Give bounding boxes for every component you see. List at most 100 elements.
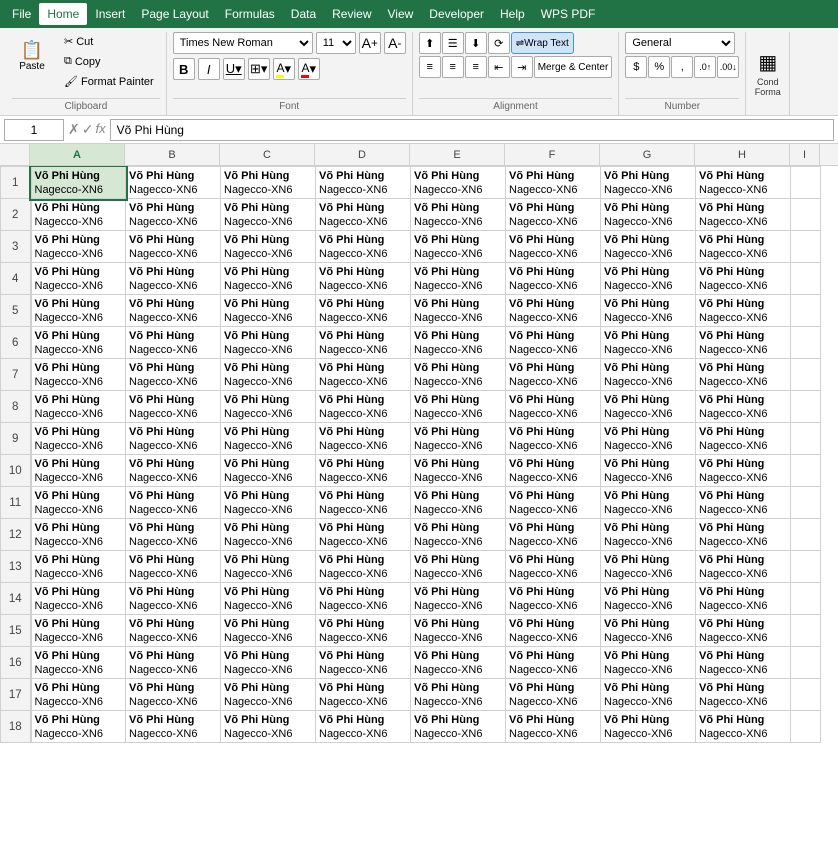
align-left-button[interactable]: ≡ [419, 56, 441, 78]
cell-C1[interactable]: Võ Phi HùngNagecco-XN6 [221, 167, 316, 199]
cell-B16[interactable]: Võ Phi HùngNagecco-XN6 [126, 647, 221, 679]
cell-B13[interactable]: Võ Phi HùngNagecco-XN6 [126, 551, 221, 583]
col-header-I[interactable]: I [790, 144, 820, 165]
cell-B4[interactable]: Võ Phi HùngNagecco-XN6 [126, 263, 221, 295]
cut-button[interactable]: ✂ Cut [58, 32, 160, 51]
cell-C2[interactable]: Võ Phi HùngNagecco-XN6 [221, 199, 316, 231]
italic-button[interactable]: I [198, 58, 220, 80]
cell-G18[interactable]: Võ Phi HùngNagecco-XN6 [601, 711, 696, 743]
cell-F14[interactable]: Võ Phi HùngNagecco-XN6 [506, 583, 601, 615]
cell-G6[interactable]: Võ Phi HùngNagecco-XN6 [601, 327, 696, 359]
cell-I8[interactable] [791, 391, 821, 423]
menu-insert[interactable]: Insert [87, 3, 133, 25]
cell-E7[interactable]: Võ Phi HùngNagecco-XN6 [411, 359, 506, 391]
cell-A1[interactable]: Võ Phi HùngNagecco-XN6 [31, 167, 126, 199]
cell-I4[interactable] [791, 263, 821, 295]
cell-D11[interactable]: Võ Phi HùngNagecco-XN6 [316, 487, 411, 519]
menu-home[interactable]: Home [39, 3, 87, 25]
cell-H2[interactable]: Võ Phi HùngNagecco-XN6 [696, 199, 791, 231]
cell-E5[interactable]: Võ Phi HùngNagecco-XN6 [411, 295, 506, 327]
align-top-button[interactable]: ⬆ [419, 32, 441, 54]
cell-C3[interactable]: Võ Phi HùngNagecco-XN6 [221, 231, 316, 263]
cell-E16[interactable]: Võ Phi HùngNagecco-XN6 [411, 647, 506, 679]
cell-F7[interactable]: Võ Phi HùngNagecco-XN6 [506, 359, 601, 391]
cell-D13[interactable]: Võ Phi HùngNagecco-XN6 [316, 551, 411, 583]
cell-D8[interactable]: Võ Phi HùngNagecco-XN6 [316, 391, 411, 423]
cell-D15[interactable]: Võ Phi HùngNagecco-XN6 [316, 615, 411, 647]
cell-G1[interactable]: Võ Phi HùngNagecco-XN6 [601, 167, 696, 199]
cell-D14[interactable]: Võ Phi HùngNagecco-XN6 [316, 583, 411, 615]
menu-wps-pdf[interactable]: WPS PDF [533, 3, 604, 25]
cell-G8[interactable]: Võ Phi HùngNagecco-XN6 [601, 391, 696, 423]
copy-button[interactable]: ⧉ Copy [58, 52, 160, 71]
cell-D3[interactable]: Võ Phi HùngNagecco-XN6 [316, 231, 411, 263]
cell-E14[interactable]: Võ Phi HùngNagecco-XN6 [411, 583, 506, 615]
cell-C8[interactable]: Võ Phi HùngNagecco-XN6 [221, 391, 316, 423]
menu-review[interactable]: Review [324, 3, 379, 25]
cell-E8[interactable]: Võ Phi HùngNagecco-XN6 [411, 391, 506, 423]
cell-G14[interactable]: Võ Phi HùngNagecco-XN6 [601, 583, 696, 615]
cell-A11[interactable]: Võ Phi HùngNagecco-XN6 [31, 487, 126, 519]
menu-file[interactable]: File [4, 3, 39, 25]
font-size-select[interactable]: 11 [316, 32, 356, 54]
cell-D18[interactable]: Võ Phi HùngNagecco-XN6 [316, 711, 411, 743]
cell-D10[interactable]: Võ Phi HùngNagecco-XN6 [316, 455, 411, 487]
cell-F2[interactable]: Võ Phi HùngNagecco-XN6 [506, 199, 601, 231]
cell-G7[interactable]: Võ Phi HùngNagecco-XN6 [601, 359, 696, 391]
cell-H11[interactable]: Võ Phi HùngNagecco-XN6 [696, 487, 791, 519]
cell-H17[interactable]: Võ Phi HùngNagecco-XN6 [696, 679, 791, 711]
menu-data[interactable]: Data [283, 3, 324, 25]
cell-C18[interactable]: Võ Phi HùngNagecco-XN6 [221, 711, 316, 743]
cell-A8[interactable]: Võ Phi HùngNagecco-XN6 [31, 391, 126, 423]
format-painter-button[interactable]: 🖌 Format Painter [58, 72, 160, 91]
cell-C12[interactable]: Võ Phi HùngNagecco-XN6 [221, 519, 316, 551]
cell-F12[interactable]: Võ Phi HùngNagecco-XN6 [506, 519, 601, 551]
cell-G2[interactable]: Võ Phi HùngNagecco-XN6 [601, 199, 696, 231]
cell-H3[interactable]: Võ Phi HùngNagecco-XN6 [696, 231, 791, 263]
cell-I13[interactable] [791, 551, 821, 583]
cell-A5[interactable]: Võ Phi HùngNagecco-XN6 [31, 295, 126, 327]
cell-D1[interactable]: Võ Phi HùngNagecco-XN6 [316, 167, 411, 199]
cell-F1[interactable]: Võ Phi HùngNagecco-XN6 [506, 167, 601, 199]
cell-F3[interactable]: Võ Phi HùngNagecco-XN6 [506, 231, 601, 263]
cell-H7[interactable]: Võ Phi HùngNagecco-XN6 [696, 359, 791, 391]
cell-G10[interactable]: Võ Phi HùngNagecco-XN6 [601, 455, 696, 487]
cell-H15[interactable]: Võ Phi HùngNagecco-XN6 [696, 615, 791, 647]
cell-B2[interactable]: Võ Phi HùngNagecco-XN6 [126, 199, 221, 231]
cell-B12[interactable]: Võ Phi HùngNagecco-XN6 [126, 519, 221, 551]
cell-D4[interactable]: Võ Phi HùngNagecco-XN6 [316, 263, 411, 295]
cell-C7[interactable]: Võ Phi HùngNagecco-XN6 [221, 359, 316, 391]
cell-C14[interactable]: Võ Phi HùngNagecco-XN6 [221, 583, 316, 615]
cell-B18[interactable]: Võ Phi HùngNagecco-XN6 [126, 711, 221, 743]
cell-G12[interactable]: Võ Phi HùngNagecco-XN6 [601, 519, 696, 551]
col-header-D[interactable]: D [315, 144, 410, 165]
cell-D16[interactable]: Võ Phi HùngNagecco-XN6 [316, 647, 411, 679]
cell-F4[interactable]: Võ Phi HùngNagecco-XN6 [506, 263, 601, 295]
cell-I14[interactable] [791, 583, 821, 615]
cell-B17[interactable]: Võ Phi HùngNagecco-XN6 [126, 679, 221, 711]
cell-G13[interactable]: Võ Phi HùngNagecco-XN6 [601, 551, 696, 583]
cell-E18[interactable]: Võ Phi HùngNagecco-XN6 [411, 711, 506, 743]
cell-D7[interactable]: Võ Phi HùngNagecco-XN6 [316, 359, 411, 391]
cell-A15[interactable]: Võ Phi HùngNagecco-XN6 [31, 615, 126, 647]
cell-F17[interactable]: Võ Phi HùngNagecco-XN6 [506, 679, 601, 711]
cell-G11[interactable]: Võ Phi HùngNagecco-XN6 [601, 487, 696, 519]
align-center-button[interactable]: ≡ [442, 56, 464, 78]
cell-F13[interactable]: Võ Phi HùngNagecco-XN6 [506, 551, 601, 583]
cell-I10[interactable] [791, 455, 821, 487]
cell-I11[interactable] [791, 487, 821, 519]
cell-B8[interactable]: Võ Phi HùngNagecco-XN6 [126, 391, 221, 423]
formula-input[interactable] [110, 119, 834, 141]
cell-E15[interactable]: Võ Phi HùngNagecco-XN6 [411, 615, 506, 647]
cell-I3[interactable] [791, 231, 821, 263]
fx-icon[interactable]: fx [95, 121, 105, 138]
cell-A2[interactable]: Võ Phi HùngNagecco-XN6 [31, 199, 126, 231]
cell-G15[interactable]: Võ Phi HùngNagecco-XN6 [601, 615, 696, 647]
cell-H14[interactable]: Võ Phi HùngNagecco-XN6 [696, 583, 791, 615]
menu-page-layout[interactable]: Page Layout [133, 3, 216, 25]
cell-D12[interactable]: Võ Phi HùngNagecco-XN6 [316, 519, 411, 551]
menu-formulas[interactable]: Formulas [217, 3, 283, 25]
cell-I6[interactable] [791, 327, 821, 359]
menu-help[interactable]: Help [492, 3, 533, 25]
cell-B5[interactable]: Võ Phi HùngNagecco-XN6 [126, 295, 221, 327]
